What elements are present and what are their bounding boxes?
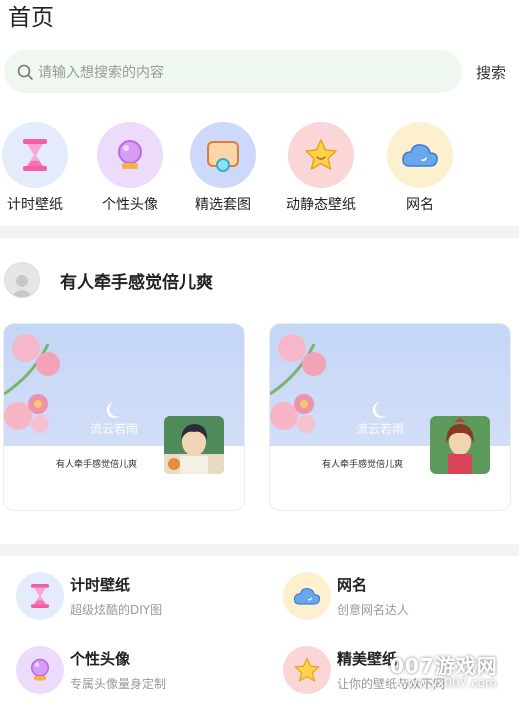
character-thumbnail xyxy=(164,416,224,474)
feature-circle xyxy=(16,646,64,694)
category-label: 动静态壁纸 xyxy=(286,197,356,213)
search-button[interactable]: 搜索 xyxy=(476,62,506,83)
wallpaper-card[interactable]: 流云若雨 有人牵手感觉倍儿爽 xyxy=(4,324,244,510)
search-icon xyxy=(17,64,33,80)
category-label: 网名 xyxy=(406,197,434,213)
wallpaper-card[interactable]: 流云若雨 有人牵手感觉倍儿爽 xyxy=(270,324,510,510)
feature-title: 计时壁纸 xyxy=(70,576,131,594)
crystal-ball-icon xyxy=(31,658,49,681)
site-watermark: 007游戏网 xyxy=(390,654,498,678)
category-dynamic-wallpaper[interactable]: 动静态壁纸 xyxy=(281,122,361,214)
character-thumbnail xyxy=(430,416,490,474)
page-title: 首页 xyxy=(8,5,54,31)
category-circle xyxy=(190,122,256,188)
feature-timer-wallpaper[interactable]: 计时壁纸 超级炫酷的DIY图 xyxy=(16,572,162,620)
feature-circle xyxy=(283,646,331,694)
picture-frame-icon xyxy=(207,141,239,172)
category-circle xyxy=(97,122,163,188)
feature-subtitle: 超级炫酷的DIY图 xyxy=(70,603,163,617)
section-divider xyxy=(0,226,519,238)
category-avatar[interactable]: 个性头像 xyxy=(90,122,170,214)
hourglass-icon xyxy=(31,584,49,608)
feature-nickname[interactable]: 网名 创意网名达人 xyxy=(283,572,409,620)
card-author-name: 有人牵手感觉倍儿爽 xyxy=(322,460,404,470)
cloud-icon xyxy=(402,144,438,167)
feed-user-name: 有人牵手感觉倍儿爽 xyxy=(60,272,213,293)
category-selected-sets[interactable]: 精选套图 xyxy=(183,122,263,214)
category-nickname[interactable]: 网名 xyxy=(380,122,460,214)
category-label: 个性头像 xyxy=(102,197,158,213)
section-divider xyxy=(0,544,519,556)
category-label: 计时壁纸 xyxy=(7,197,63,213)
star-icon xyxy=(305,139,337,170)
category-label: 精选套图 xyxy=(195,197,251,213)
search-input[interactable]: 请输入想搜索的内容 xyxy=(38,62,164,82)
feature-title: 个性头像 xyxy=(70,650,131,668)
card-watermark-text: 流云若雨 xyxy=(356,422,405,436)
default-avatar-icon xyxy=(11,275,33,297)
feed-user-row[interactable]: 有人牵手感觉倍儿爽 xyxy=(4,262,213,298)
crystal-ball-icon xyxy=(118,140,142,169)
feature-circle xyxy=(283,572,331,620)
category-timer-wallpaper[interactable]: 计时壁纸 xyxy=(0,122,75,214)
search-bar[interactable]: 请输入想搜索的内容 xyxy=(4,50,462,93)
category-circle xyxy=(2,122,68,188)
feature-avatar[interactable]: 个性头像 专属头像量身定制 xyxy=(16,646,166,694)
category-circle xyxy=(387,122,453,188)
feature-title: 网名 xyxy=(337,576,368,594)
category-circle xyxy=(288,122,354,188)
cloud-icon xyxy=(293,588,321,605)
feature-subtitle: 专属头像量身定制 xyxy=(70,677,167,691)
star-icon xyxy=(294,657,320,682)
site-watermark-url: www.yx007.com xyxy=(398,676,497,690)
hourglass-icon xyxy=(23,139,47,171)
avatar[interactable] xyxy=(4,262,40,298)
feature-subtitle: 创意网名达人 xyxy=(337,603,410,617)
feature-circle xyxy=(16,572,64,620)
card-watermark-text: 流云若雨 xyxy=(90,422,139,436)
card-author-name: 有人牵手感觉倍儿爽 xyxy=(56,460,138,470)
